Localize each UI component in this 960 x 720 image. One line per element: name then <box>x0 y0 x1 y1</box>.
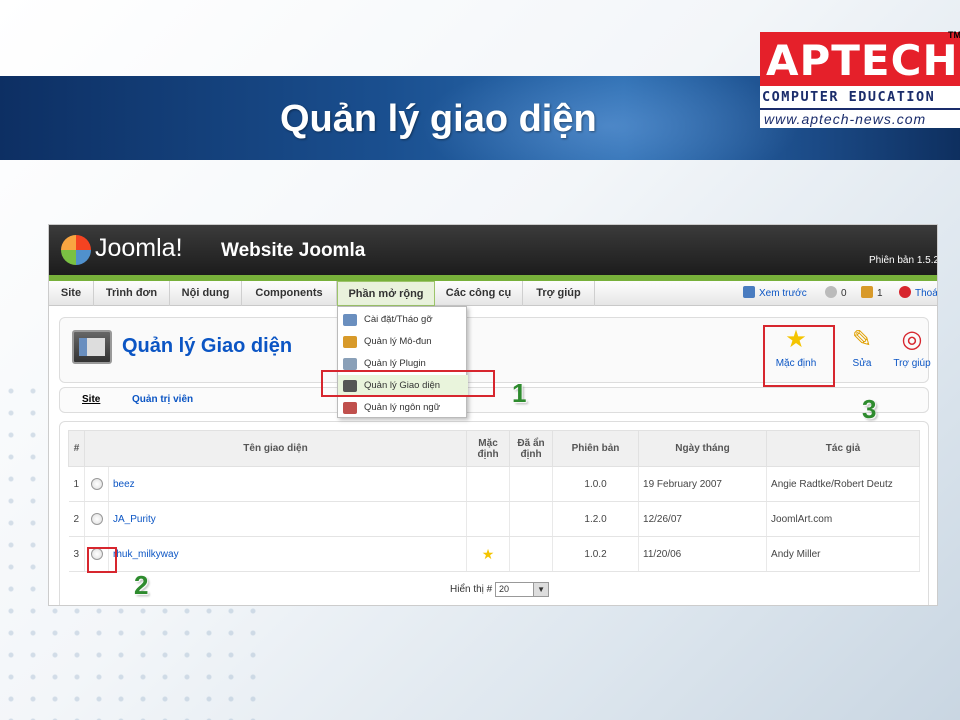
templates-table-panel: # Tên giao diện Mặc định Đã ẩn định Phiê… <box>59 421 929 605</box>
pager-select[interactable]: 20 ▼ <box>495 582 550 597</box>
menu-help[interactable]: Trợ giúp <box>523 281 595 306</box>
chevron-down-icon: ▼ <box>533 583 549 596</box>
highlight-row-radio <box>87 547 117 573</box>
dropdown-modules[interactable]: Quản lý Mô-đun <box>338 331 468 353</box>
logout-icon <box>899 286 911 298</box>
preview-icon <box>743 286 755 298</box>
template-link[interactable]: JA_Purity <box>113 514 156 525</box>
joomla-logo-icon <box>61 235 91 265</box>
menu-site[interactable]: Site <box>49 281 94 306</box>
col-template-name[interactable]: Tên giao diện <box>83 430 468 467</box>
extensions-dropdown: Cài đặt/Tháo gỡ Quản lý Mô-đun Quản lý P… <box>337 306 468 419</box>
col-num: # <box>68 430 85 467</box>
col-author[interactable]: Tác giả <box>766 430 920 467</box>
menu-extensions[interactable]: Phần mở rộng <box>337 281 435 306</box>
messages-icon <box>825 286 837 298</box>
default-star-icon: ★ <box>481 545 495 562</box>
aptech-logo: APTECH TM COMPUTER EDUCATION www.aptech-… <box>760 30 960 128</box>
highlight-default-button <box>763 325 835 387</box>
logo-subtitle: COMPUTER EDUCATION <box>762 89 936 105</box>
users-online[interactable]: 1 <box>861 281 883 306</box>
template-link[interactable]: rhuk_milkyway <box>113 549 179 560</box>
slide-title: Quản lý giao diện <box>280 98 597 140</box>
version-label: Phiên bản 1.5.2 <box>869 255 938 266</box>
install-icon <box>343 314 357 326</box>
callout-1: 1 <box>512 378 527 408</box>
table-row: 1 beez 1.0.0 19 February 2007 Angie Radt… <box>68 466 920 502</box>
logo-tm: TM <box>948 30 960 40</box>
subnav-site[interactable]: Site <box>82 394 100 405</box>
site-name: Website Joomla <box>221 240 366 261</box>
callout-3: 3 <box>862 394 877 424</box>
highlight-templates-menu <box>321 370 495 397</box>
menu-tools[interactable]: Các công cụ <box>435 281 523 306</box>
messages-link[interactable]: 0 <box>825 281 847 306</box>
pagination: Hiển thị # 20 ▼ <box>450 582 550 597</box>
page-title: Quản lý Giao diện <box>122 335 293 357</box>
row-radio[interactable] <box>90 478 103 490</box>
joomla-screenshot: Joomla! Website Joomla Phiên bản 1.5.2 S… <box>48 224 938 606</box>
users-icon <box>861 286 873 298</box>
logo-brand: APTECH <box>766 36 959 85</box>
subnav-administrator[interactable]: Quản trị viên <box>132 394 193 405</box>
plugin-icon <box>343 358 357 370</box>
logo-url: www.aptech-news.com <box>764 111 927 127</box>
module-icon <box>343 336 357 348</box>
pager-label: Hiển thị # <box>450 584 493 596</box>
lifebuoy-icon: ◎ <box>901 326 923 353</box>
logo-divider <box>760 108 960 110</box>
template-manager-icon <box>72 330 112 364</box>
main-menu: Site Trình đơn Nội dung Components Phần … <box>49 281 937 306</box>
table-row: 3 rhuk_milkyway ★ 1.0.2 11/20/06 Andy Mi… <box>68 536 920 572</box>
logout-link[interactable]: Thoát <box>899 281 937 306</box>
row-radio[interactable] <box>90 513 103 525</box>
dropdown-install[interactable]: Cài đặt/Tháo gỡ <box>338 309 468 331</box>
col-default[interactable]: Mặc định <box>466 430 511 467</box>
joomla-logo-text: Joomla! <box>95 234 183 262</box>
preview-link[interactable]: Xem trước <box>743 281 807 306</box>
col-assigned[interactable]: Đã ẩn định <box>509 430 554 467</box>
menu-menus[interactable]: Trình đơn <box>94 281 170 306</box>
col-date[interactable]: Ngày tháng <box>638 430 768 467</box>
help-button[interactable]: ◎ Trợ giúp <box>886 326 937 369</box>
joomla-header: Joomla! Website Joomla Phiên bản 1.5.2 <box>49 225 938 275</box>
pencil-icon: ✎ <box>851 326 873 353</box>
templates-table: # Tên giao diện Mặc định Đã ẩn định Phiê… <box>68 430 920 572</box>
menu-content[interactable]: Nội dung <box>170 281 242 306</box>
menu-components[interactable]: Components <box>242 281 337 306</box>
template-link[interactable]: beez <box>113 479 135 490</box>
callout-2: 2 <box>134 570 149 600</box>
dropdown-languages[interactable]: Quản lý ngôn ngữ <box>338 397 468 419</box>
col-version[interactable]: Phiên bản <box>552 430 640 467</box>
table-row: 2 JA_Purity 1.2.0 12/26/07 JoomlArt.com <box>68 501 920 537</box>
edit-button[interactable]: ✎ Sửa <box>836 326 888 369</box>
language-icon <box>343 402 357 414</box>
